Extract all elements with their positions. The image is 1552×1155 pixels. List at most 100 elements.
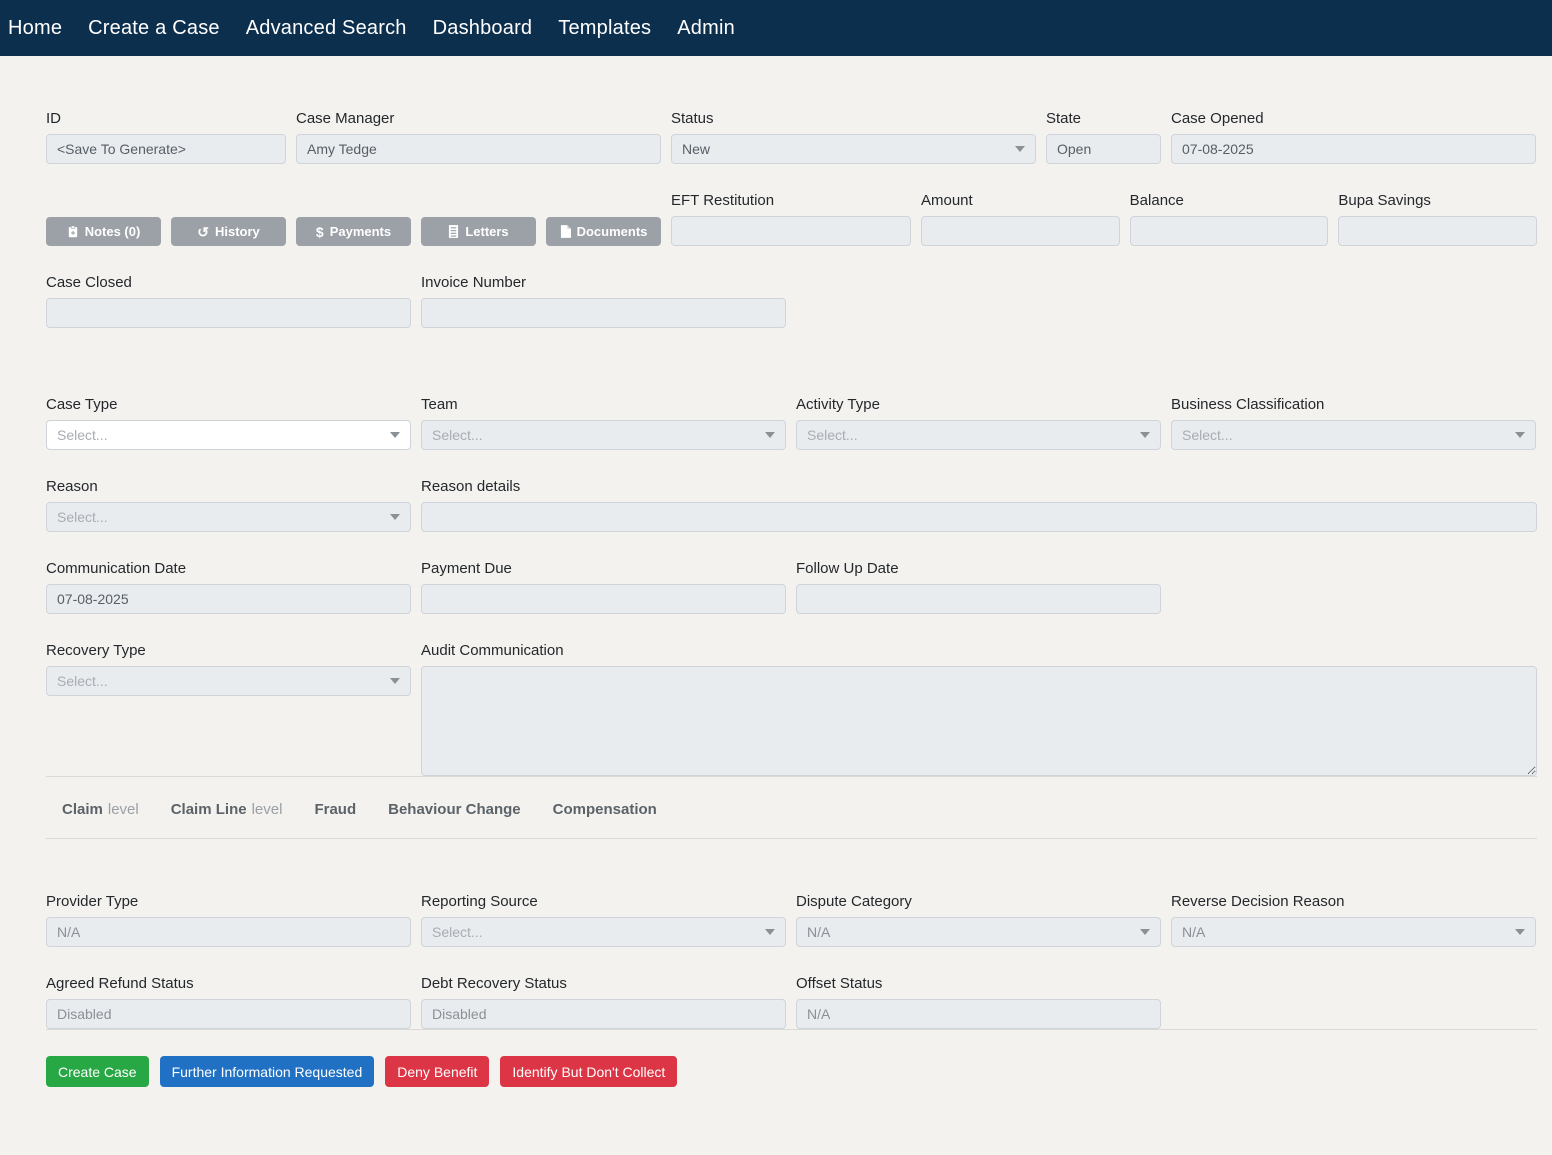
file-icon — [560, 225, 571, 238]
chevron-down-icon — [390, 432, 400, 438]
chevron-down-icon — [1140, 929, 1150, 935]
case-toolbar: Notes (0) ↺ History $ Payments Letters — [46, 217, 661, 246]
tab-claim-line-level-strong: Claim Line — [171, 801, 247, 818]
field-dispute-category: Dispute Category N/A — [796, 893, 1161, 947]
create-case-button[interactable]: Create Case — [46, 1056, 149, 1087]
further-information-requested-button[interactable]: Further Information Requested — [160, 1056, 375, 1087]
reason-details-input[interactable] — [421, 502, 1537, 532]
tab-behaviour-change[interactable]: Behaviour Change — [388, 801, 521, 818]
audit-communication-textarea[interactable] — [421, 666, 1537, 776]
nav-admin[interactable]: Admin — [677, 17, 735, 40]
case-closed-input[interactable] — [46, 298, 411, 328]
offset-status-label: Offset Status — [796, 975, 1161, 992]
tab-compensation-strong: Compensation — [553, 801, 657, 818]
notes-button[interactable]: Notes (0) — [46, 217, 161, 246]
row-claim-details-1: Provider Type Reporting Source Select...… — [46, 893, 1537, 947]
chevron-down-icon — [1015, 146, 1025, 152]
field-reason-details: Reason details — [421, 478, 1537, 532]
agreed-refund-status-input[interactable] — [46, 999, 411, 1029]
action-buttons: Create Case Further Information Requeste… — [46, 1056, 1537, 1099]
eft-restitution-label: EFT Restitution — [671, 192, 911, 209]
tab-fraud[interactable]: Fraud — [314, 801, 356, 818]
activity-type-select[interactable]: Select... — [796, 420, 1161, 450]
business-classification-select[interactable]: Select... — [1171, 420, 1536, 450]
tab-claim-level[interactable]: Claim level — [62, 801, 139, 818]
nav-advanced-search[interactable]: Advanced Search — [246, 17, 407, 40]
state-input[interactable] — [1046, 134, 1161, 164]
recovery-type-select[interactable]: Select... — [46, 666, 411, 696]
provider-type-input[interactable] — [46, 917, 411, 947]
status-select[interactable]: New — [671, 134, 1036, 164]
communication-date-label: Communication Date — [46, 560, 411, 577]
team-label: Team — [421, 396, 786, 413]
team-select[interactable]: Select... — [421, 420, 786, 450]
deny-benefit-button[interactable]: Deny Benefit — [385, 1056, 489, 1087]
field-activity-type: Activity Type Select... — [796, 396, 1161, 450]
chevron-down-icon — [390, 678, 400, 684]
chevron-down-icon — [390, 514, 400, 520]
field-reverse-decision-reason: Reverse Decision Reason N/A — [1171, 893, 1536, 947]
case-type-select[interactable]: Select... — [46, 420, 411, 450]
field-offset-status: Offset Status — [796, 975, 1161, 1029]
tab-claim-level-strong: Claim — [62, 801, 103, 818]
reason-details-label: Reason details — [421, 478, 1537, 495]
field-debt-recovery-status: Debt Recovery Status — [421, 975, 786, 1029]
payment-due-input[interactable] — [421, 584, 786, 614]
dispute-category-select[interactable]: N/A — [796, 917, 1161, 947]
documents-button[interactable]: Documents — [546, 217, 661, 246]
tab-fraud-strong: Fraud — [314, 801, 356, 818]
invoice-number-input[interactable] — [421, 298, 786, 328]
debt-recovery-status-input[interactable] — [421, 999, 786, 1029]
invoice-number-label: Invoice Number — [421, 274, 786, 291]
bupa-savings-input[interactable] — [1338, 216, 1537, 246]
activity-type-select-placeholder: Select... — [807, 427, 858, 443]
team-select-placeholder: Select... — [432, 427, 483, 443]
field-communication-date: Communication Date — [46, 560, 411, 614]
offset-status-input[interactable] — [796, 999, 1161, 1029]
reverse-decision-reason-select[interactable]: N/A — [1171, 917, 1536, 947]
field-id: ID — [46, 110, 286, 164]
history-button[interactable]: ↺ History — [171, 217, 286, 246]
recovery-type-label: Recovery Type — [46, 642, 411, 659]
payments-button[interactable]: $ Payments — [296, 217, 411, 246]
field-payment-due: Payment Due — [421, 560, 786, 614]
receipt-icon — [448, 225, 459, 238]
follow-up-date-input[interactable] — [796, 584, 1161, 614]
follow-up-date-label: Follow Up Date — [796, 560, 1161, 577]
nav-create-a-case[interactable]: Create a Case — [88, 17, 220, 40]
letters-button[interactable]: Letters — [421, 217, 536, 246]
field-invoice-number: Invoice Number — [421, 274, 786, 328]
id-input[interactable] — [46, 134, 286, 164]
tab-compensation[interactable]: Compensation — [553, 801, 657, 818]
balance-input[interactable] — [1130, 216, 1329, 246]
business-classification-select-placeholder: Select... — [1182, 427, 1233, 443]
amount-label: Amount — [921, 192, 1120, 209]
case-opened-label: Case Opened — [1171, 110, 1536, 127]
field-status: Status New — [671, 110, 1036, 164]
case-opened-input[interactable] — [1171, 134, 1536, 164]
nav-home[interactable]: Home — [8, 17, 62, 40]
recovery-type-select-placeholder: Select... — [57, 673, 108, 689]
row-identity: ID Case Manager Status New State Case Op… — [46, 110, 1537, 164]
field-case-manager: Case Manager — [296, 110, 661, 164]
row-classification: Case Type Select... Team Select... Activ… — [46, 396, 1537, 450]
case-type-label: Case Type — [46, 396, 411, 413]
amount-input[interactable] — [921, 216, 1120, 246]
communication-date-input[interactable] — [46, 584, 411, 614]
eft-restitution-input[interactable] — [671, 216, 911, 246]
row-claim-details-2: Agreed Refund Status Debt Recovery Statu… — [46, 975, 1537, 1029]
debt-recovery-status-label: Debt Recovery Status — [421, 975, 786, 992]
nav-dashboard[interactable]: Dashboard — [433, 17, 533, 40]
field-bupa-savings: Bupa Savings — [1338, 192, 1537, 246]
reporting-source-select[interactable]: Select... — [421, 917, 786, 947]
nav-templates[interactable]: Templates — [558, 17, 651, 40]
provider-type-label: Provider Type — [46, 893, 411, 910]
business-classification-label: Business Classification — [1171, 396, 1536, 413]
case-manager-input[interactable] — [296, 134, 661, 164]
activity-type-label: Activity Type — [796, 396, 1161, 413]
identify-but-dont-collect-button[interactable]: Identify But Don't Collect — [500, 1056, 677, 1087]
payments-button-label: Payments — [330, 224, 391, 239]
reason-select[interactable]: Select... — [46, 502, 411, 532]
field-agreed-refund-status: Agreed Refund Status — [46, 975, 411, 1029]
tab-claim-line-level[interactable]: Claim Line level — [171, 801, 283, 818]
